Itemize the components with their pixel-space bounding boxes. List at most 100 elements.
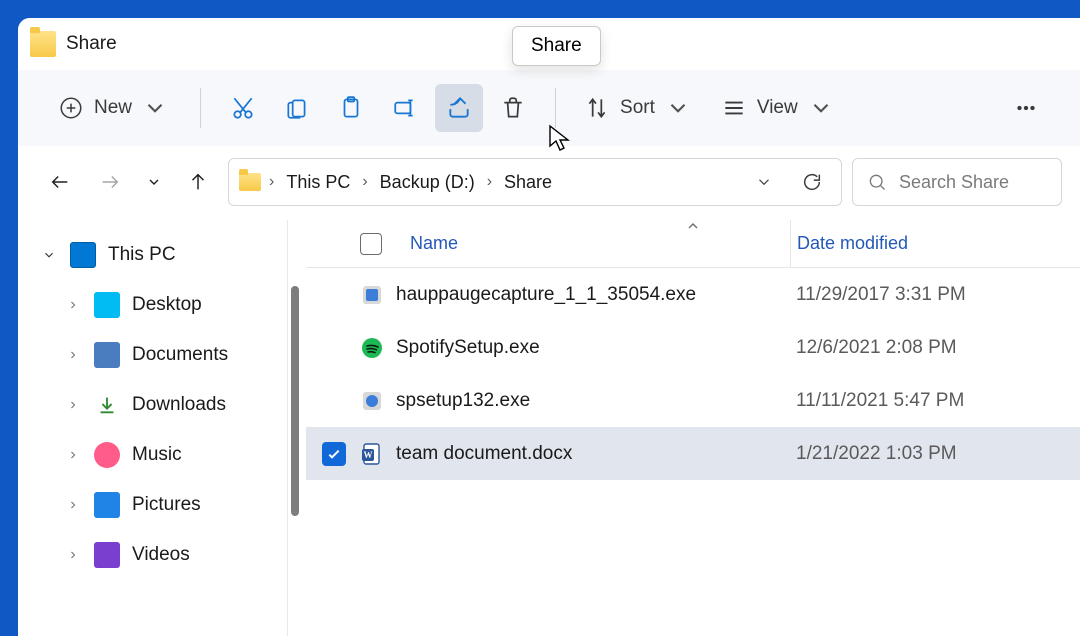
- arrow-up-icon: [187, 171, 209, 193]
- word-doc-icon: W: [360, 442, 384, 466]
- search-icon: [867, 172, 887, 192]
- svg-text:W: W: [364, 450, 373, 460]
- sidebar-item-music[interactable]: Music: [18, 430, 287, 480]
- arrow-right-icon: [99, 171, 121, 193]
- spotify-icon: [360, 336, 384, 360]
- sidebar-item-desktop[interactable]: Desktop: [18, 280, 287, 330]
- sort-icon: [584, 95, 610, 121]
- chevron-right-icon: [64, 299, 82, 311]
- desktop-icon: [94, 292, 120, 318]
- chevron-right-icon: [64, 349, 82, 361]
- file-name: team document.docx: [396, 443, 572, 465]
- chevron-right-icon: [64, 549, 82, 561]
- exe-icon: [360, 283, 384, 307]
- file-name: hauppaugecapture_1_1_35054.exe: [396, 284, 696, 306]
- ellipsis-icon: [1013, 95, 1039, 121]
- column-name[interactable]: Name: [410, 233, 458, 254]
- sidebar-item-documents[interactable]: Documents: [18, 330, 287, 380]
- chevron-up-icon: [685, 220, 701, 234]
- file-list: hauppaugecapture_1_1_35054.exe 11/29/201…: [288, 268, 1080, 480]
- file-name: SpotifySetup.exe: [396, 337, 540, 359]
- up-button[interactable]: [178, 162, 218, 202]
- file-date: 11/29/2017 3:31 PM: [790, 284, 1080, 306]
- trash-icon: [500, 95, 526, 121]
- download-icon: [94, 392, 120, 418]
- toolbar-separator: [200, 88, 201, 128]
- exe-icon: [360, 389, 384, 413]
- share-icon: [446, 95, 472, 121]
- share-button[interactable]: [435, 84, 483, 132]
- toolbar-separator: [555, 88, 556, 128]
- chevron-down-icon: [808, 95, 834, 121]
- sidebar-item-this-pc[interactable]: This PC: [18, 230, 287, 280]
- chevron-down-icon: [40, 248, 58, 262]
- copy-button[interactable]: [273, 84, 321, 132]
- address-bar[interactable]: › This PC › Backup (D:) › Share: [228, 158, 842, 206]
- refresh-icon[interactable]: [801, 171, 823, 193]
- column-date[interactable]: Date modified: [797, 233, 908, 254]
- sidebar-item-label: Music: [132, 444, 182, 466]
- video-icon: [94, 542, 120, 568]
- view-button[interactable]: View: [711, 84, 848, 132]
- navigation-row: › This PC › Backup (D:) › Share Search S…: [18, 146, 1080, 220]
- breadcrumb-this-pc[interactable]: This PC: [282, 172, 354, 193]
- file-name: spsetup132.exe: [396, 390, 530, 412]
- sidebar-item-label: Documents: [132, 344, 228, 366]
- forward-button[interactable]: [90, 162, 130, 202]
- back-button[interactable]: [40, 162, 80, 202]
- row-checkbox[interactable]: [322, 442, 346, 466]
- chevron-right-icon: [64, 449, 82, 461]
- cut-button[interactable]: [219, 84, 267, 132]
- new-button[interactable]: New: [48, 84, 182, 132]
- search-placeholder: Search Share: [899, 172, 1009, 193]
- file-row[interactable]: SpotifySetup.exe 12/6/2021 2:08 PM: [306, 321, 1080, 374]
- breadcrumb-share[interactable]: Share: [500, 172, 556, 193]
- breadcrumb-backup-d[interactable]: Backup (D:): [376, 172, 479, 193]
- chevron-right-icon: [64, 499, 82, 511]
- sidebar-item-label: Videos: [132, 544, 190, 566]
- select-all-checkbox[interactable]: [360, 233, 382, 255]
- sidebar-item-pictures[interactable]: Pictures: [18, 480, 287, 530]
- toolbar: Share New Sort: [18, 70, 1080, 146]
- file-date: 12/6/2021 2:08 PM: [790, 337, 1080, 359]
- sidebar-item-label: Pictures: [132, 494, 201, 516]
- file-list-pane: Name Date modified hauppaugecapture_1_1_…: [288, 220, 1080, 636]
- file-date: 11/11/2021 5:47 PM: [790, 390, 1080, 412]
- chevron-right-icon: [64, 399, 82, 411]
- file-row[interactable]: W team document.docx 1/21/2022 1:03 PM: [306, 427, 1080, 480]
- breadcrumb-separator: ›: [360, 173, 369, 191]
- recent-button[interactable]: [140, 162, 168, 202]
- chevron-down-icon: [142, 95, 168, 121]
- rename-icon: [392, 95, 418, 121]
- breadcrumb-separator: ›: [267, 173, 276, 191]
- window-title: Share: [66, 33, 117, 55]
- file-date: 1/21/2022 1:03 PM: [790, 443, 1080, 465]
- sidebar-item-label: This PC: [108, 244, 176, 266]
- copy-icon: [284, 95, 310, 121]
- breadcrumb-separator: ›: [485, 173, 494, 191]
- column-headers[interactable]: Name Date modified: [306, 220, 1080, 268]
- sidebar-item-videos[interactable]: Videos: [18, 530, 287, 580]
- sidebar: This PC Desktop Documents Downloads Mus: [18, 220, 288, 636]
- music-icon: [94, 442, 120, 468]
- chevron-down-icon: [665, 95, 691, 121]
- view-icon: [721, 95, 747, 121]
- document-icon: [94, 342, 120, 368]
- delete-button[interactable]: [489, 84, 537, 132]
- sort-button[interactable]: Sort: [574, 84, 705, 132]
- file-row[interactable]: spsetup132.exe 11/11/2021 5:47 PM: [306, 374, 1080, 427]
- picture-icon: [94, 492, 120, 518]
- cut-icon: [230, 95, 256, 121]
- rename-button[interactable]: [381, 84, 429, 132]
- paste-button[interactable]: [327, 84, 375, 132]
- sidebar-item-downloads[interactable]: Downloads: [18, 380, 287, 430]
- pc-icon: [70, 242, 96, 268]
- file-explorer-window: Share Share New: [18, 18, 1080, 636]
- chevron-down-icon[interactable]: [755, 173, 773, 191]
- search-input[interactable]: Search Share: [852, 158, 1062, 206]
- more-button[interactable]: [1002, 84, 1050, 132]
- arrow-left-icon: [49, 171, 71, 193]
- folder-icon: [239, 173, 261, 191]
- file-row[interactable]: hauppaugecapture_1_1_35054.exe 11/29/201…: [306, 268, 1080, 321]
- plus-circle-icon: [58, 95, 84, 121]
